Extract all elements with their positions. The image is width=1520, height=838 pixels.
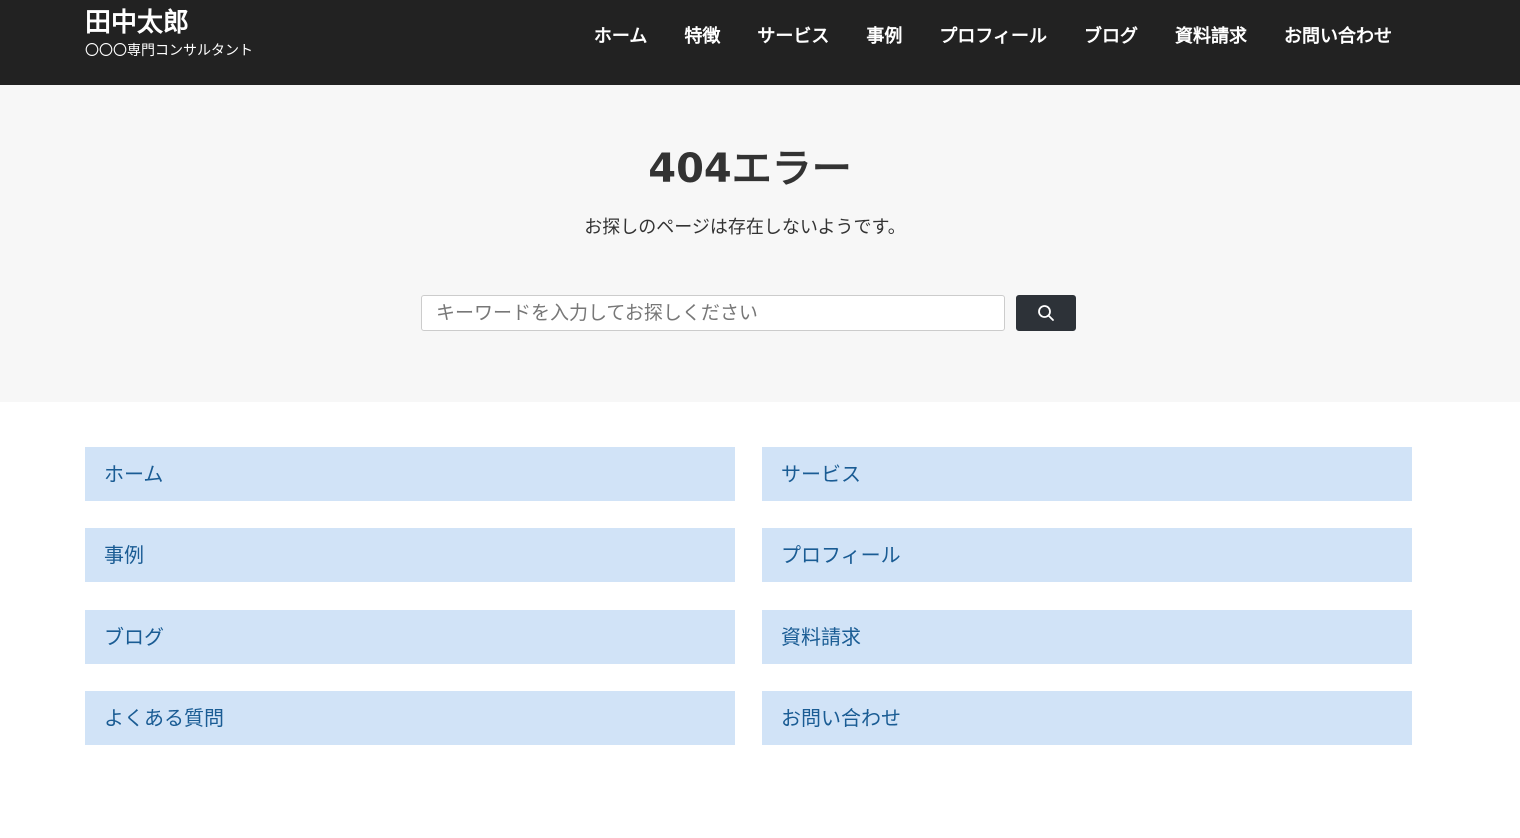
page-title: 404エラー [648,146,852,192]
nav-item-profile[interactable]: プロフィール [939,22,1047,52]
site-brand[interactable]: 田中太郎 〇〇〇専門コンサルタント [85,6,253,61]
link-contact[interactable]: お問い合わせ [762,691,1412,745]
search-icon [1038,305,1054,321]
nav-item-home[interactable]: ホーム [594,22,647,52]
search-button[interactable] [1016,295,1076,331]
link-blog[interactable]: ブログ [85,610,735,664]
error-message: お探しのページは存在しないようです。 [584,217,906,238]
nav-item-blog[interactable]: ブログ [1084,22,1138,52]
link-services[interactable]: サービス [762,447,1412,501]
nav-item-services[interactable]: サービス [757,22,829,52]
link-faq[interactable]: よくある質問 [85,691,735,745]
site-subtitle: 〇〇〇専門コンサルタント [85,43,253,59]
nav-item-document-request[interactable]: 資料請求 [1175,22,1247,52]
nav-item-cases[interactable]: 事例 [866,22,902,52]
search-input[interactable] [421,295,1005,331]
link-home[interactable]: ホーム [85,447,735,501]
nav-item-contact[interactable]: お問い合わせ [1284,22,1392,52]
link-cases[interactable]: 事例 [85,528,735,582]
nav-item-features[interactable]: 特徴 [684,22,720,52]
error-hero: 404エラー お探しのページは存在しないようです。 [0,85,1520,402]
link-profile[interactable]: プロフィール [762,528,1412,582]
link-document-request[interactable]: 資料請求 [762,610,1412,664]
main-nav: ホーム 特徴 サービス 事例 プロフィール ブログ 資料請求 お問い合わせ [557,22,1392,52]
site-title[interactable]: 田中太郎 [85,6,253,40]
site-header: 田中太郎 〇〇〇専門コンサルタント ホーム 特徴 サービス 事例 プロフィール … [0,0,1520,85]
